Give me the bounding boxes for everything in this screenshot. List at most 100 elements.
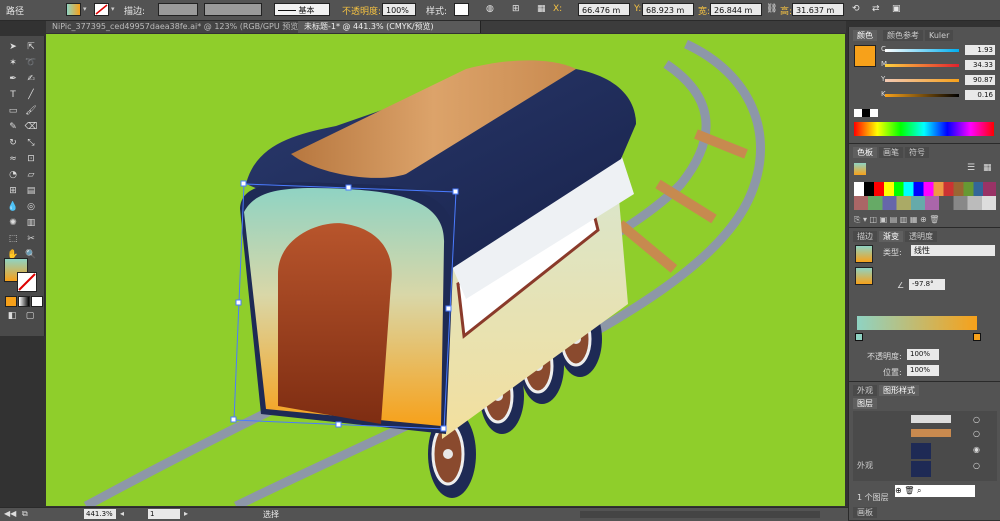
tab-brushes[interactable]: 画笔	[879, 147, 903, 158]
new-layer-icon[interactable]: ⊕	[895, 486, 902, 495]
tab-graphic-styles[interactable]: 图形样式	[879, 385, 919, 396]
align-icon[interactable]: ⊞	[512, 4, 520, 14]
tab-artboards[interactable]: 画板	[853, 507, 877, 518]
transform-reference-icon[interactable]: ▦	[537, 4, 546, 14]
color-mode-button[interactable]	[5, 296, 17, 307]
yellow-value[interactable]: 90.87	[965, 75, 995, 85]
scale-tool-icon[interactable]: ⤡	[23, 136, 39, 150]
yellow-slider[interactable]: Y 90.87	[855, 75, 997, 86]
gradient-stop-start[interactable]	[855, 333, 863, 341]
tab-kuler[interactable]: Kuler	[925, 30, 954, 41]
none-black-white-swatches[interactable]	[854, 109, 878, 117]
selection-tool-icon[interactable]: ➤	[5, 40, 21, 54]
eraser-tool-icon[interactable]: ⌫	[23, 120, 39, 134]
rotate-tool-icon[interactable]: ↻	[5, 136, 21, 150]
line-tool-icon[interactable]: ╱	[23, 88, 39, 102]
stroke-dropdown-icon[interactable]: ▾	[111, 3, 119, 16]
pencil-tool-icon[interactable]: ✎	[5, 120, 21, 134]
fill-swatch[interactable]	[66, 3, 81, 16]
screen-mode-icon[interactable]: ▢	[22, 309, 38, 323]
gradient-thumbnail[interactable]	[855, 245, 873, 263]
tab-layers[interactable]: 图层	[853, 398, 877, 409]
none-mode-button[interactable]	[31, 296, 43, 307]
grid-view-icon[interactable]: ▦	[983, 163, 992, 173]
gradient-tool-icon[interactable]: ▤	[23, 184, 39, 198]
opacity-label[interactable]: 不透明度:	[342, 4, 381, 17]
stroke-swatch[interactable]	[94, 3, 109, 16]
artboard-nav-icon[interactable]: ◀◀	[4, 509, 16, 518]
y-field[interactable]: 68.923 m	[642, 3, 694, 16]
blend-tool-icon[interactable]: ◎	[23, 200, 39, 214]
visibility-icon[interactable]: ○	[973, 415, 980, 424]
gradient-opacity-field[interactable]: 100%	[907, 349, 939, 360]
stroke-weight-field[interactable]	[158, 3, 198, 16]
free-transform-tool-icon[interactable]: ⊡	[23, 152, 39, 166]
x-field[interactable]: 66.476 m	[578, 3, 630, 16]
visibility-icon[interactable]: ○	[973, 429, 980, 438]
window-icon[interactable]: ⧉	[22, 509, 28, 519]
h-field[interactable]: 31.637 m	[792, 3, 844, 16]
magenta-slider[interactable]: M 34.33	[855, 60, 997, 71]
tab-document-2[interactable]: 未标题-1* @ 441.3% (CMYK/预览)	[298, 21, 481, 33]
selected-swatch[interactable]	[854, 163, 866, 175]
layer-tools-bar[interactable]: ⊕ 🗑 ⌕	[895, 485, 975, 497]
paintbrush-tool-icon[interactable]: 🖌	[23, 104, 39, 118]
symbol-sprayer-tool-icon[interactable]: ✺	[5, 216, 21, 230]
cyan-slider[interactable]: C 1.93	[855, 45, 997, 56]
next-artboard-icon[interactable]: ▸	[184, 509, 188, 518]
flip-icon[interactable]: ⇄	[872, 4, 880, 14]
stroke-style-field[interactable]: 基本	[274, 3, 330, 16]
mesh-tool-icon[interactable]: ⊞	[5, 184, 21, 198]
tab-color[interactable]: 颜色	[853, 30, 877, 41]
graph-tool-icon[interactable]: ▥	[23, 216, 39, 230]
fill-dropdown-icon[interactable]: ▾	[83, 3, 91, 16]
gradient-slider[interactable]	[857, 316, 977, 330]
visibility-icon[interactable]: ◉	[973, 445, 980, 454]
gradient-stop-end[interactable]	[973, 333, 981, 341]
prev-artboard-icon[interactable]: ◂	[120, 509, 124, 518]
list-view-icon[interactable]: ☰	[967, 163, 975, 173]
lasso-tool-icon[interactable]: ➰	[23, 56, 39, 70]
recolor-icon[interactable]: ◍	[486, 4, 494, 14]
tab-appearance[interactable]: 外观	[853, 385, 877, 396]
gradient-angle-field[interactable]: -97.8°	[909, 279, 945, 290]
gradient-position-field[interactable]: 100%	[907, 365, 939, 376]
curvature-tool-icon[interactable]: ✍	[23, 72, 39, 86]
direct-selection-tool-icon[interactable]: ⇱	[23, 40, 39, 54]
opacity-field[interactable]: 100%	[382, 3, 416, 16]
rectangle-tool-icon[interactable]: ▭	[5, 104, 21, 118]
type-tool-icon[interactable]: T	[5, 88, 21, 102]
gradient-mode-button[interactable]	[18, 296, 30, 307]
magic-wand-tool-icon[interactable]: ✶	[5, 56, 21, 70]
swatch-library-icon[interactable]: ⎘ ▾ ◫ ▣ ▤ ▥ ▦ ⊕ 🗑	[854, 215, 939, 225]
black-slider[interactable]: K 0.16	[855, 90, 997, 101]
tab-transparency[interactable]: 透明度	[905, 231, 937, 242]
eyedropper-tool-icon[interactable]: 💧	[5, 200, 21, 214]
stroke-color-box[interactable]	[17, 272, 37, 292]
swatch-grid-row-2[interactable]	[854, 196, 996, 210]
perspective-grid-tool-icon[interactable]: ▱	[23, 168, 39, 182]
black-value[interactable]: 0.16	[965, 90, 995, 100]
page-field[interactable]: 1	[148, 509, 180, 519]
variable-width-field[interactable]	[204, 3, 262, 16]
horizontal-scrollbar[interactable]	[580, 511, 820, 518]
tab-swatches[interactable]: 色板	[853, 147, 877, 158]
magenta-value[interactable]: 34.33	[965, 60, 995, 70]
isolate-icon[interactable]: ▣	[892, 4, 901, 14]
color-spectrum[interactable]	[854, 122, 994, 136]
delete-layer-icon[interactable]: 🗑	[904, 486, 914, 495]
artboard-tool-icon[interactable]: ⬚	[5, 232, 21, 246]
tab-stroke[interactable]: 描边	[853, 231, 877, 242]
slice-tool-icon[interactable]: ✂	[23, 232, 39, 246]
zoom-field[interactable]: 441.3%	[84, 509, 116, 519]
graphic-style-swatch[interactable]	[454, 3, 469, 16]
pen-tool-icon[interactable]: ✒	[5, 72, 21, 86]
warp-tool-icon[interactable]: ≈	[5, 152, 21, 166]
tab-document-1[interactable]: NiPic_377395_ced49957daea38fe.ai* @ 123%…	[46, 21, 301, 33]
search-icon[interactable]: ⌕	[917, 486, 921, 495]
transform-icon[interactable]: ⟲	[852, 4, 860, 14]
gradient-stroke-thumbnail[interactable]	[855, 267, 873, 285]
cyan-value[interactable]: 1.93	[965, 45, 995, 55]
tab-symbols[interactable]: 符号	[905, 147, 929, 158]
link-proportions-icon[interactable]: ⛓	[766, 4, 777, 14]
